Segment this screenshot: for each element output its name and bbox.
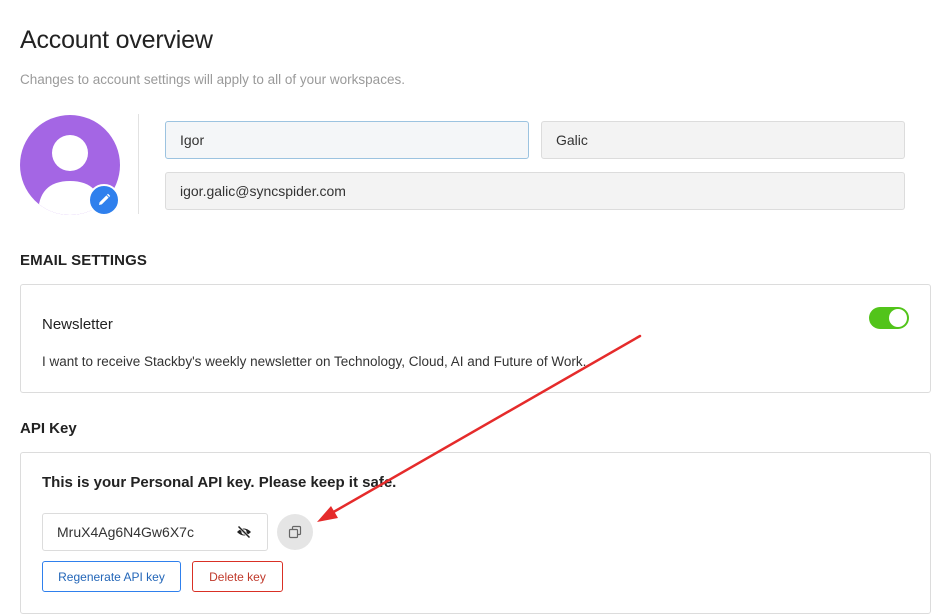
api-key-description: This is your Personal API key. Please ke… (42, 474, 397, 491)
newsletter-card: Newsletter I want to receive Stackby's w… (20, 284, 931, 393)
profile-divider (138, 114, 139, 214)
newsletter-title: Newsletter (42, 316, 113, 333)
avatar-container (20, 115, 120, 216)
email-settings-heading: EMAIL SETTINGS (20, 252, 147, 269)
api-key-card: This is your Personal API key. Please ke… (20, 452, 931, 614)
page-title: Account overview (20, 26, 213, 54)
copy-api-key-button[interactable] (277, 514, 313, 550)
regenerate-api-key-button[interactable]: Regenerate API key (42, 561, 181, 592)
email-field[interactable]: igor.galic@syncspider.com (165, 172, 905, 210)
pencil-icon (99, 193, 111, 205)
copy-icon (288, 525, 302, 539)
first-name-field[interactable]: Igor (165, 121, 529, 159)
api-key-heading: API Key (20, 420, 77, 437)
eye-slash-icon[interactable] (235, 523, 253, 541)
last-name-field[interactable]: Galic (541, 121, 905, 159)
newsletter-toggle[interactable] (869, 307, 909, 329)
edit-avatar-button[interactable] (88, 184, 120, 216)
toggle-knob (889, 309, 907, 327)
delete-key-button[interactable]: Delete key (192, 561, 283, 592)
api-key-value: MruX4Ag6N4Gw6X7c (57, 524, 194, 540)
newsletter-description: I want to receive Stackby's weekly newsl… (42, 354, 587, 369)
page-subtitle: Changes to account settings will apply t… (20, 72, 405, 87)
api-key-field[interactable]: MruX4Ag6N4Gw6X7c (42, 513, 268, 551)
